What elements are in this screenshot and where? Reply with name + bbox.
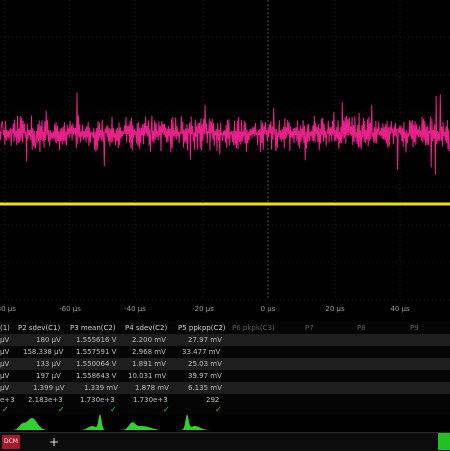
measurement-value: 180 µV <box>36 336 61 344</box>
measurement-header[interactable]: P7 <box>305 322 314 334</box>
measurement-value: 25.03 mV <box>188 360 222 368</box>
time-tick-label: -80 µs <box>0 305 16 313</box>
measurement-value: 1.399 µV <box>33 384 65 392</box>
measurement-header[interactable]: P8 <box>357 322 366 334</box>
measurement-value: 158.338 µV <box>23 348 64 356</box>
time-tick-label: -20 µs <box>192 305 214 313</box>
time-tick-label: 40 µs <box>390 305 410 313</box>
time-tick-label: 20 µs <box>325 305 345 313</box>
measurement-header[interactable]: (1) <box>0 322 10 334</box>
measurement-row: µV 180 µV 1.555616 V 2.200 mV 27.97 mV <box>0 334 450 346</box>
measurement-value: 27.97 mV <box>188 336 222 344</box>
waveform-c1 <box>0 92 450 175</box>
measurement-value: 1.550064 V <box>76 360 117 368</box>
row-label: µV <box>0 384 10 392</box>
histogram-p3 <box>62 413 107 430</box>
histogram-p4 <box>112 422 157 430</box>
measurement-header-row: (1) P2 sdev(C1) P3 mean(C2) P4 sdev(C2) … <box>0 322 450 334</box>
measurement-header[interactable]: P6 pkpk(C3) <box>232 322 275 334</box>
measurement-value: 6.135 mV <box>188 384 222 392</box>
measurement-table: (1) P2 sdev(C1) P3 mean(C2) P4 sdev(C2) … <box>0 322 450 414</box>
measurement-row: µV 133 µV 1.550064 V 1.891 mV 25.03 mV <box>0 358 450 370</box>
trigger-status-indicator[interactable] <box>438 433 450 450</box>
measurement-header[interactable]: P5 ppkpp(C2) <box>178 322 226 334</box>
measurement-value: 1.555616 V <box>76 336 117 344</box>
measurement-histograms <box>12 413 215 430</box>
measurement-value: 197 µV <box>36 372 61 380</box>
measurement-value: 1.557591 V <box>76 348 117 356</box>
measurement-value: 33.477 mV <box>182 348 221 356</box>
time-tick-label: -60 µs <box>59 305 81 313</box>
measurement-header[interactable]: P2 sdev(C1) <box>18 322 60 334</box>
row-label: µV <box>0 372 10 380</box>
channel-button[interactable]: DCM <box>2 435 20 449</box>
time-tick-label: -40 µs <box>124 305 146 313</box>
measurement-header[interactable]: P3 mean(C2) <box>70 322 116 334</box>
measurement-value: 39.97 mV <box>188 372 222 380</box>
row-label: µV <box>0 360 10 368</box>
measurement-row: µV 197 µV 1.558643 V 10.031 mV 39.97 mV <box>0 370 450 382</box>
histogram-p2 <box>12 418 52 430</box>
measurement-header[interactable]: P9 <box>410 322 419 334</box>
measurement-row: µV 1.399 µV 1.339 mV 1.878 mV 6.135 mV <box>0 382 450 394</box>
histogram-p5 <box>165 413 215 430</box>
time-tick-label: 0 µs <box>260 305 276 313</box>
channel-bar: DCM + <box>0 432 450 451</box>
measurement-value: 1.339 mV <box>84 384 118 392</box>
scope-grid <box>0 0 450 301</box>
measurement-value: 133 µV <box>36 360 61 368</box>
measurement-value: 1.558643 V <box>76 372 117 380</box>
row-label: µV <box>0 336 10 344</box>
row-label: µV <box>0 348 10 356</box>
add-channel-button[interactable]: + <box>49 434 59 450</box>
measurement-value: 2.200 mV <box>132 336 166 344</box>
measurement-value: 10.031 mV <box>128 372 167 380</box>
measurement-value: 1.878 mV <box>135 384 169 392</box>
measurement-header[interactable]: P4 sdev(C2) <box>125 322 167 334</box>
measurement-value: 1.891 mV <box>132 360 166 368</box>
measurement-value: 2.968 mV <box>132 348 166 356</box>
measurement-row: µV 158.338 µV 1.557591 V 2.968 mV 33.477… <box>0 346 450 358</box>
